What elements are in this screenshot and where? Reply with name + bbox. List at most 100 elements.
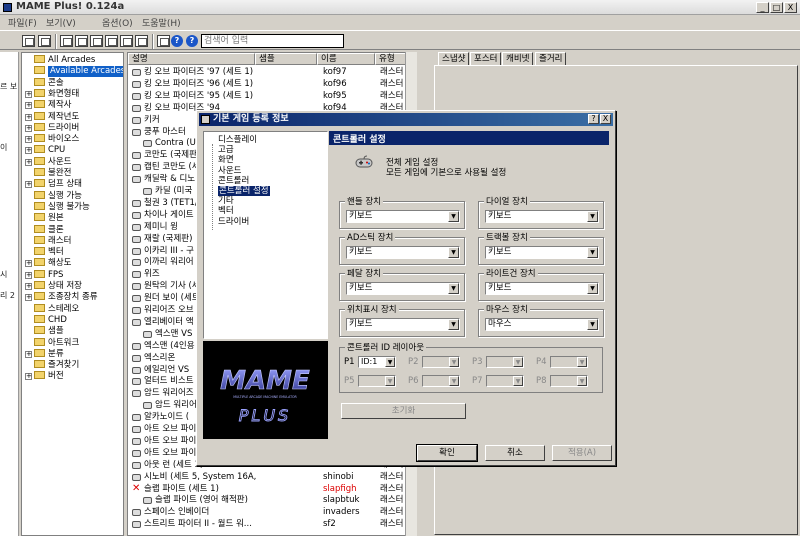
device-select[interactable]: 키보드 ▼ xyxy=(485,246,599,259)
device-select[interactable]: 키보드 ▼ xyxy=(346,246,460,259)
tab-snapshot[interactable]: 스냅샷 xyxy=(438,52,470,66)
tree-item[interactable]: 즐겨찾기 xyxy=(22,360,123,371)
ok-button[interactable]: 확인 xyxy=(416,444,478,462)
settings-category-item[interactable]: 콘트롤러 설정 xyxy=(218,186,270,196)
device-select[interactable]: 키보드 ▼ xyxy=(346,282,460,295)
dropdown-arrow-icon[interactable]: ▼ xyxy=(587,247,598,258)
tree-item[interactable]: All Arcades xyxy=(22,55,123,66)
close-button[interactable]: X xyxy=(784,2,797,13)
game-row[interactable]: ✕ 슬랩 파이트 (세트 1) slapfigh 래스터 xyxy=(128,483,407,495)
dropdown-arrow-icon[interactable]: ▼ xyxy=(587,319,598,330)
tree-item[interactable]: + 제작사 xyxy=(22,100,123,111)
screenshot-toggle-icon[interactable] xyxy=(38,35,51,47)
column-header-rom-name[interactable]: 이름 xyxy=(317,53,375,65)
tree-item[interactable]: 스테레오 xyxy=(22,303,123,315)
help-icon[interactable]: ? xyxy=(171,35,183,47)
tab-cabinet[interactable]: 캐비넷 xyxy=(502,52,534,66)
game-row[interactable]: 킹 오브 파이터즈 '97 (세트 1) kof97 래스터 xyxy=(128,67,407,78)
settings-category-item[interactable]: 디스플레이 xyxy=(218,135,257,145)
tree-item[interactable]: + 사운드 xyxy=(22,156,123,168)
tree-item[interactable]: 클론 xyxy=(22,224,123,236)
device-select[interactable]: 키보드 ▼ xyxy=(485,282,599,295)
expand-toggle-icon[interactable]: + xyxy=(25,113,32,121)
tree-item[interactable]: 래스터 xyxy=(22,235,123,247)
tree-item[interactable]: + 덤프 상태 xyxy=(22,179,123,190)
tree-item[interactable]: + 화면형태 xyxy=(22,88,123,100)
list-view-icon[interactable] xyxy=(90,35,103,47)
expand-toggle-icon[interactable]: + xyxy=(25,350,32,358)
game-row[interactable]: 시노비 (세트 5, System 16A, shinobi 래스터 xyxy=(128,472,407,483)
settings-category-item[interactable]: 사운드 xyxy=(218,166,241,176)
tree-item[interactable]: 샘플 xyxy=(22,326,123,337)
menu-view[interactable]: 보기(V) xyxy=(46,16,76,29)
tree-item[interactable]: 실행 가능 xyxy=(22,190,123,202)
tab-flyer[interactable]: 포스터 xyxy=(470,52,502,66)
tree-item[interactable]: 콘솔 xyxy=(22,77,123,89)
device-select[interactable]: 키보드 ▼ xyxy=(346,210,460,223)
expand-toggle-icon[interactable]: + xyxy=(25,283,32,290)
dropdown-arrow-icon[interactable]: ▼ xyxy=(448,211,459,222)
search-input[interactable] xyxy=(201,34,344,48)
grouped-view-icon[interactable] xyxy=(120,35,133,47)
expand-toggle-icon[interactable]: + xyxy=(25,158,32,166)
device-select[interactable]: 마우스 ▼ xyxy=(485,318,599,331)
folder-list-toggle-icon[interactable] xyxy=(22,35,35,47)
tree-item[interactable]: + FPS xyxy=(22,269,123,281)
expand-toggle-icon[interactable]: + xyxy=(25,181,32,189)
dropdown-arrow-icon[interactable]: ▼ xyxy=(448,319,459,330)
expand-toggle-icon[interactable]: + xyxy=(25,124,32,132)
properties-view-icon[interactable] xyxy=(135,35,148,47)
expand-toggle-icon[interactable]: + xyxy=(25,90,32,98)
column-header-samples[interactable]: 샘플 xyxy=(255,53,317,65)
device-select[interactable]: 키보드 ▼ xyxy=(346,318,460,331)
menu-file[interactable]: 파일(F) xyxy=(8,16,37,29)
tree-item[interactable]: + 바이오스 xyxy=(22,134,123,145)
tree-item[interactable]: Available Arcades xyxy=(22,66,123,78)
settings-category-item[interactable]: 기타 xyxy=(218,196,234,206)
expand-toggle-icon[interactable]: + xyxy=(25,294,32,302)
tree-item[interactable]: + 제작년도 xyxy=(22,111,123,123)
maximize-button[interactable]: □ xyxy=(770,2,783,13)
column-header-type[interactable]: 유형 xyxy=(375,53,407,65)
tree-item[interactable]: + 분류 xyxy=(22,348,123,360)
expand-toggle-icon[interactable]: + xyxy=(25,260,32,268)
menu-options[interactable]: 옵션(O) xyxy=(102,16,133,29)
tree-item[interactable]: + 버전 xyxy=(22,371,123,382)
dropdown-arrow-icon[interactable]: ▼ xyxy=(587,211,598,222)
about-icon[interactable]: ? xyxy=(186,35,198,47)
details-view-icon[interactable] xyxy=(105,35,118,47)
tab-story[interactable]: 즐거리 xyxy=(535,52,567,66)
game-row[interactable]: 슬랩 파이트 (영어 해적판) slapbtuk 래스터 xyxy=(128,495,407,506)
settings-category-item[interactable]: 고급 xyxy=(218,145,234,155)
dialog-close-button[interactable]: X xyxy=(600,114,611,124)
folder-tree[interactable]: All Arcades Available Arcades 콘솔 + 화면형태 + 제작사 +… xyxy=(21,52,124,536)
expand-toggle-icon[interactable]: + xyxy=(25,147,32,155)
tree-item[interactable]: 아트워크 xyxy=(22,337,123,349)
tree-item[interactable]: 불완전 xyxy=(22,168,123,179)
tree-item[interactable]: + CPU xyxy=(22,145,123,156)
game-row[interactable]: 스페이스 인베이더 invaders 래스터 xyxy=(128,507,407,518)
tree-item[interactable]: CHD xyxy=(22,314,123,326)
column-header-description[interactable]: 설명 xyxy=(128,53,255,65)
minimize-button[interactable]: _ xyxy=(756,2,769,13)
settings-category-item[interactable]: 벡터 xyxy=(218,206,234,216)
settings-category-item[interactable]: 화면 xyxy=(218,155,234,165)
tree-item[interactable]: + 상태 저장 xyxy=(22,281,123,292)
dropdown-arrow-icon[interactable]: ▼ xyxy=(448,247,459,258)
reset-button[interactable]: 초기화 xyxy=(341,403,466,419)
player-id-select[interactable]: ID:1 ▼ xyxy=(358,356,396,368)
play-game-icon[interactable] xyxy=(157,35,170,47)
apply-button[interactable]: 적용(A) xyxy=(552,445,612,461)
dropdown-arrow-icon[interactable]: ▼ xyxy=(385,357,395,367)
dialog-help-button[interactable]: ? xyxy=(588,114,599,124)
tree-item[interactable]: + 드라이버 xyxy=(22,122,123,134)
tree-item[interactable]: + 해상도 xyxy=(22,258,123,269)
expand-toggle-icon[interactable]: + xyxy=(25,102,32,110)
expand-toggle-icon[interactable]: + xyxy=(25,271,32,279)
settings-category-item[interactable]: 드라이버 xyxy=(218,217,249,227)
menu-help[interactable]: 도움말(H) xyxy=(142,16,181,29)
small-icons-view-icon[interactable] xyxy=(75,35,88,47)
expand-toggle-icon[interactable]: + xyxy=(25,136,32,144)
tree-item[interactable]: 실행 불가능 xyxy=(22,201,123,213)
expand-toggle-icon[interactable]: + xyxy=(25,373,32,381)
